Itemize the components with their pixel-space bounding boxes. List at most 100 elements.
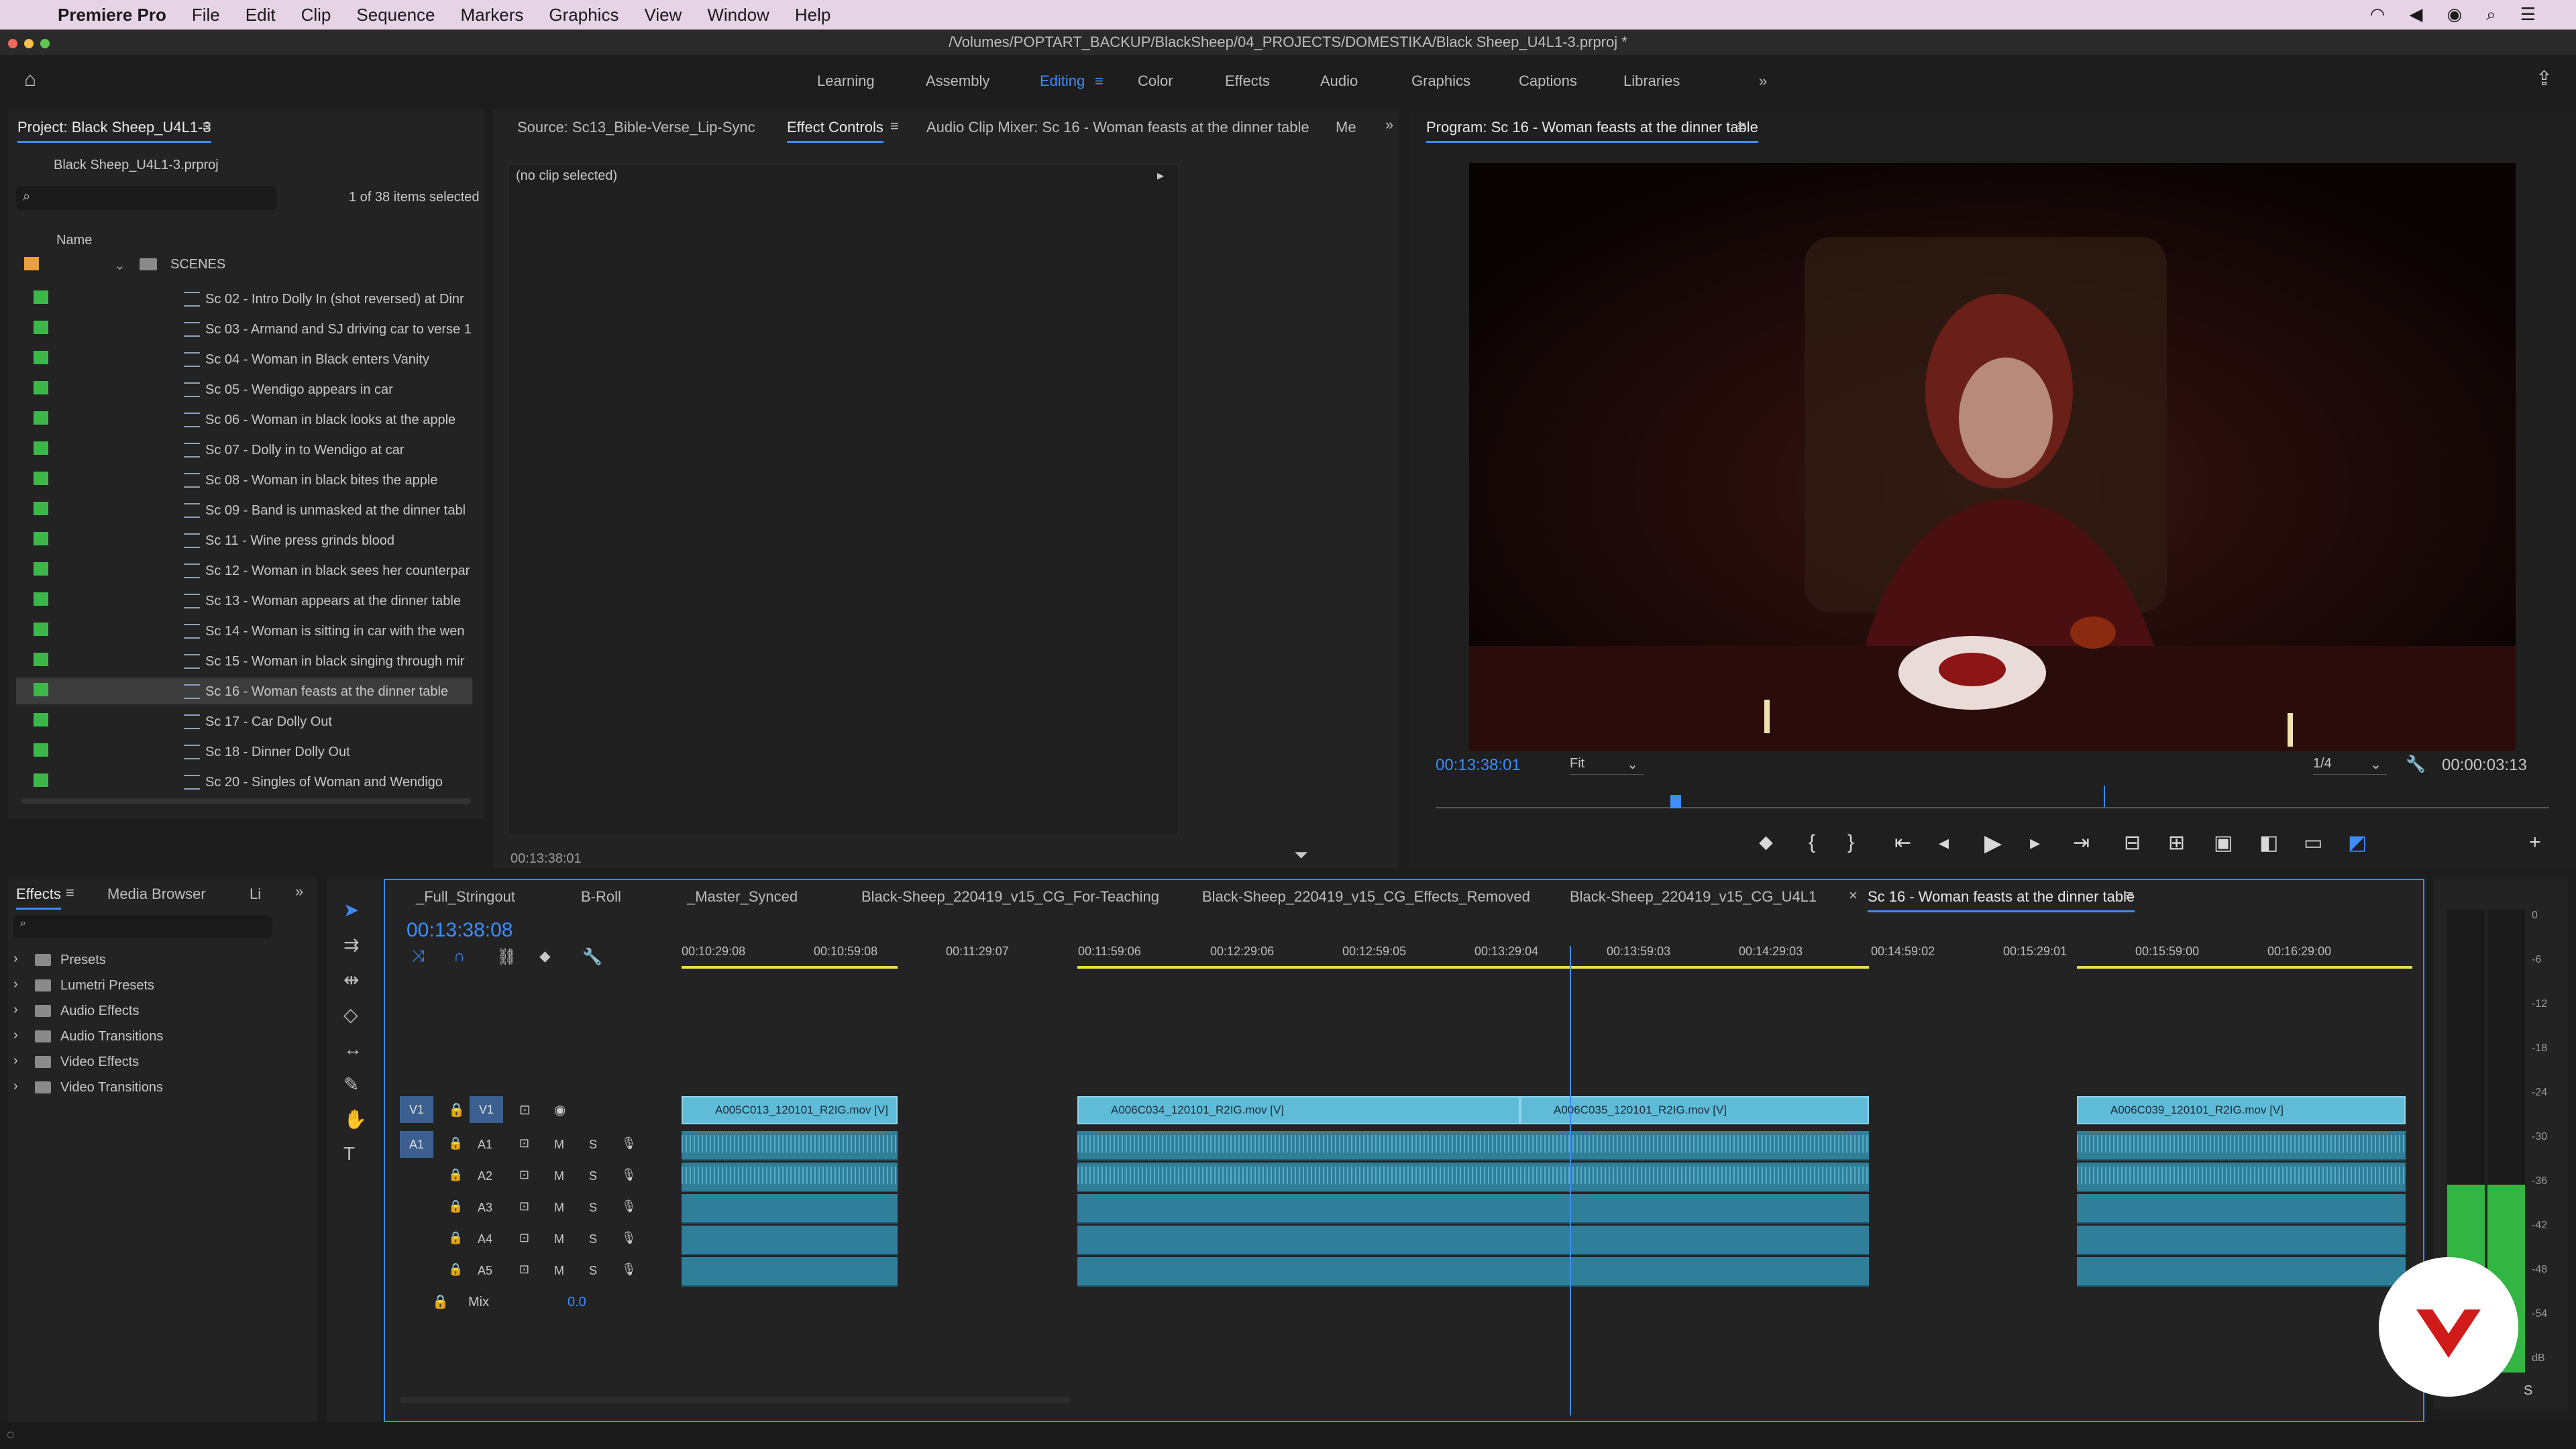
lock-icon[interactable]: 🔒 — [448, 1136, 463, 1150]
workspace-audio[interactable]: Audio — [1320, 72, 1358, 90]
ripple-edit-tool-icon[interactable]: ⇹ — [343, 969, 359, 991]
menu-window[interactable]: Window — [707, 5, 769, 25]
expand-chevron-icon[interactable]: › — [13, 977, 18, 992]
more-tabs-icon[interactable]: » — [1385, 116, 1393, 133]
expand-chevron-icon[interactable]: › — [13, 1053, 18, 1069]
timeline-tab[interactable]: Black-Sheep_220419_v15_CG_For-Teaching — [861, 888, 1159, 906]
fit-dropdown[interactable]: Fit ⌄ — [1570, 756, 1644, 775]
lift-icon[interactable]: ⊟ — [2124, 831, 2141, 855]
add-marker-icon[interactable]: ⬥ — [1759, 831, 1773, 854]
expand-chevron-icon[interactable]: › — [13, 1002, 18, 1018]
audio-clip[interactable] — [1520, 1194, 1869, 1224]
eye-icon[interactable]: ◉ — [554, 1102, 566, 1118]
program-scrubber[interactable] — [1436, 807, 2549, 808]
audio-clip[interactable] — [2077, 1194, 2406, 1224]
project-item[interactable]: Sc 15 - Woman in black singing through m… — [16, 647, 472, 674]
sync-lock-icon[interactable]: ⊡ — [519, 1231, 529, 1245]
mix-value[interactable]: 0.0 — [568, 1295, 586, 1310]
go-to-out-icon[interactable]: ⇥ — [2073, 831, 2090, 855]
menu-help[interactable]: Help — [795, 5, 830, 25]
effects-folder[interactable]: › Audio Effects — [8, 1000, 303, 1022]
menu-clip[interactable]: Clip — [301, 5, 331, 25]
filter-icon[interactable]: ⏷ — [1294, 845, 1308, 866]
effects-folder[interactable]: › Audio Transitions — [8, 1025, 303, 1048]
solo-button[interactable]: S — [589, 1169, 597, 1183]
button-editor-icon[interactable]: + — [2529, 831, 2541, 854]
tab-audio-clip-mixer[interactable]: Audio Clip Mixer: Sc 16 - Woman feasts a… — [926, 119, 1309, 136]
project-item[interactable]: Sc 05 - Wendigo appears in car — [16, 376, 472, 402]
voice-over-record-icon[interactable]: 🎙 — [621, 1168, 637, 1182]
mark-out-icon[interactable]: } — [1847, 831, 1854, 854]
linked-selection-icon[interactable]: ⛓ — [496, 947, 517, 967]
effects-folder[interactable]: › Video Effects — [8, 1051, 303, 1073]
tab-source[interactable]: Source: Sc13_Bible-Verse_Lip-Sync — [517, 119, 755, 136]
project-item[interactable]: Sc 11 - Wine press grinds blood — [16, 527, 472, 553]
menu-graphics[interactable]: Graphics — [549, 5, 619, 25]
workspace-effects[interactable]: Effects — [1225, 72, 1270, 90]
lock-icon[interactable]: 🔒 — [448, 1102, 465, 1118]
workspace-captions[interactable]: Captions — [1519, 72, 1577, 90]
user-icon[interactable]: ◉ — [2447, 4, 2462, 25]
menu-markers[interactable]: Markers — [461, 5, 524, 25]
workspace-assembly[interactable]: Assembly — [926, 72, 989, 90]
audio-clip[interactable] — [1077, 1194, 1520, 1224]
audio-clip[interactable] — [682, 1226, 898, 1255]
selection-tool-icon[interactable]: ➤ — [343, 899, 359, 921]
pen-tool-icon[interactable]: ✎ — [343, 1073, 359, 1095]
project-item[interactable]: Sc 17 - Car Dolly Out — [16, 708, 472, 735]
timeline-playhead-timecode[interactable]: 00:13:38:08 — [407, 919, 513, 942]
audio-clip[interactable] — [1077, 1131, 1520, 1161]
audio-track-name[interactable]: A3 — [478, 1201, 492, 1215]
effects-folder[interactable]: › Presets — [8, 949, 303, 971]
audio-clip[interactable] — [2077, 1163, 2406, 1192]
audio-track-name[interactable]: A2 — [478, 1169, 492, 1183]
timeline-playhead[interactable] — [1570, 946, 1571, 1415]
zoom-window-icon[interactable] — [40, 39, 50, 48]
timeline-tab[interactable]: B-Roll — [581, 888, 621, 906]
export-frame-icon[interactable]: ▣ — [2214, 831, 2233, 855]
collapse-chevron-icon[interactable]: ⌄ — [114, 257, 125, 274]
track-v1[interactable]: V1 — [470, 1096, 503, 1123]
comparison-view-icon[interactable]: ◧ — [2259, 831, 2278, 855]
audio-clip[interactable] — [1077, 1257, 1520, 1287]
mute-button[interactable]: M — [554, 1201, 564, 1215]
more-workspaces-icon[interactable]: » — [1759, 72, 1767, 90]
timeline-tab[interactable]: Sc 16 - Woman feasts at the dinner table — [1868, 888, 2135, 912]
add-marker-icon[interactable]: ⬥ — [539, 947, 551, 966]
source-patch-v1[interactable]: V1 — [400, 1096, 433, 1123]
sync-lock-icon[interactable]: ⊡ — [519, 1263, 529, 1277]
menu-sequence[interactable]: Sequence — [356, 5, 435, 25]
audio-clip[interactable] — [1520, 1131, 1869, 1161]
project-item[interactable]: Sc 12 - Woman in black sees her counterp… — [16, 557, 472, 584]
project-item[interactable]: Sc 13 - Woman appears at the dinner tabl… — [16, 587, 472, 614]
sync-lock-icon[interactable]: ⊡ — [519, 1168, 529, 1182]
extract-icon[interactable]: ⊞ — [2168, 831, 2185, 855]
workspace-libraries[interactable]: Libraries — [1623, 72, 1680, 90]
effects-folder[interactable]: › Video Transitions — [8, 1076, 303, 1099]
solo-button[interactable]: S — [589, 1232, 597, 1246]
control-center-icon[interactable]: ☰ — [2520, 4, 2536, 25]
audio-clip[interactable] — [1520, 1257, 1869, 1287]
voice-over-record-icon[interactable]: 🎙 — [621, 1136, 637, 1150]
proxy-toggle-icon[interactable]: ▭ — [2304, 831, 2322, 855]
quality-dropdown[interactable]: 1/4 ⌄ — [2313, 756, 2387, 775]
project-item[interactable]: Sc 03 - Armand and SJ driving car to ver… — [16, 315, 472, 342]
expand-chevron-icon[interactable]: › — [13, 951, 18, 967]
nest-icon[interactable]: ⤨ — [412, 947, 425, 966]
type-tool-icon[interactable]: T — [343, 1143, 355, 1165]
solo-button[interactable]: S — [589, 1264, 597, 1278]
lock-icon[interactable]: 🔒 — [448, 1199, 463, 1214]
video-clip[interactable]: A006C035_120101_R2IG.mov [V] — [1520, 1096, 1869, 1124]
app-menu[interactable]: Premiere Pro — [58, 5, 166, 25]
mix-lock-icon[interactable]: 🔒 — [432, 1293, 449, 1310]
project-search-input[interactable]: ⌕ — [16, 186, 276, 210]
audio-clip[interactable] — [1077, 1226, 1520, 1255]
solo-button[interactable]: S — [2524, 1383, 2532, 1399]
close-tab-icon[interactable]: × — [1849, 887, 1858, 904]
audio-track-name[interactable]: A4 — [478, 1232, 492, 1246]
video-clip[interactable]: A006C034_120101_R2IG.mov [V] — [1077, 1096, 1520, 1124]
share-icon[interactable]: ⇪ — [2536, 67, 2553, 91]
time-ruler[interactable]: 00:10:29:08 00:10:59:08 00:11:29:07 00:11:5… — [682, 941, 2412, 981]
audio-clip[interactable] — [2077, 1131, 2406, 1161]
snap-icon[interactable]: ∩ — [453, 947, 465, 966]
